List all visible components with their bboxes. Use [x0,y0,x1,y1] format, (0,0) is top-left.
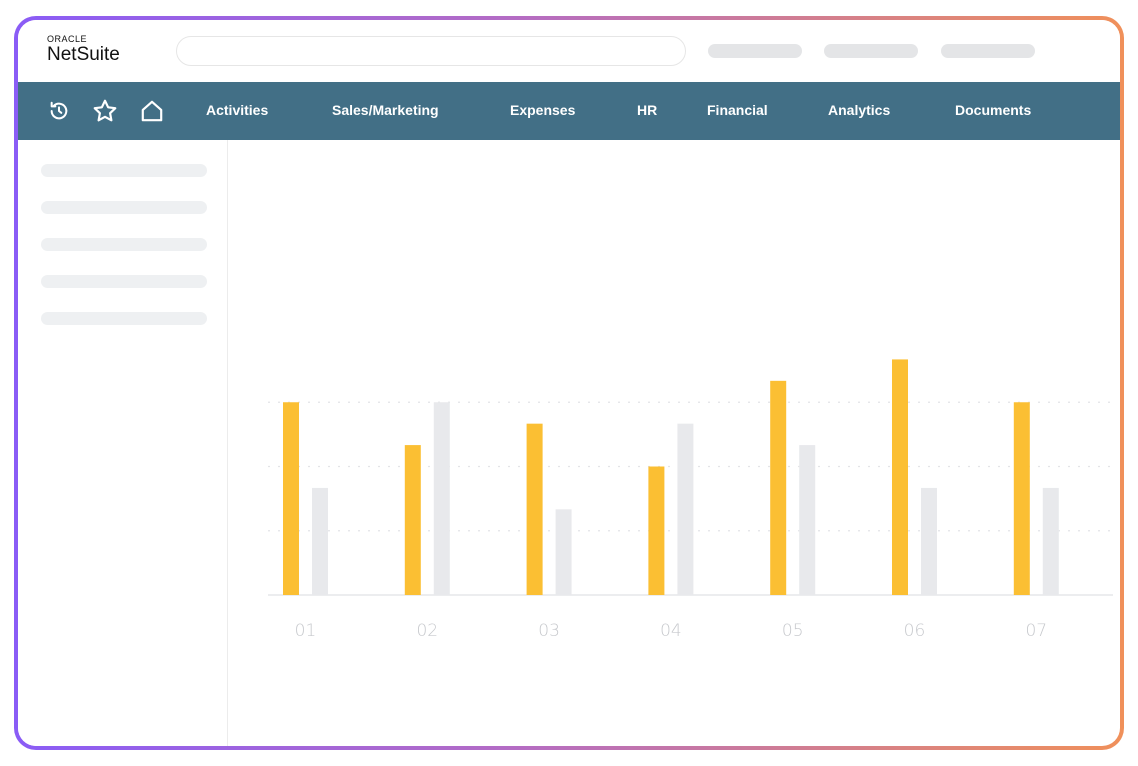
bar-primary-04[interactable] [648,466,665,596]
nav-sales-marketing[interactable]: Sales/Marketing [332,102,439,118]
bar-secondary-05[interactable] [799,445,816,595]
main-nav-bar: Activities Sales/Marketing Expenses HR F… [18,82,1120,140]
sidebar-item-placeholder-4[interactable] [41,275,207,288]
bar-secondary-06[interactable] [921,487,937,595]
app-window: ORACLE NetSuite Activities Sales/Marketi… [18,20,1120,746]
x-tick-label: 01 [295,621,317,641]
x-tick-label: 02 [416,621,438,641]
star-icon[interactable] [92,98,118,124]
header-link-placeholder-2[interactable] [824,44,918,58]
bar-chart: 01 02 03 04 05 06 07 [268,359,1113,641]
header-link-placeholder-3[interactable] [941,44,1035,58]
bar-secondary-07[interactable] [1042,487,1059,595]
sidebar-item-placeholder-3[interactable] [41,238,207,251]
x-tick-label: 05 [782,621,804,641]
nav-hr[interactable]: HR [637,102,657,118]
search-input[interactable] [176,36,686,66]
sidebar [18,140,228,746]
bar-primary-06[interactable] [892,359,908,595]
sidebar-item-placeholder-1[interactable] [41,164,207,177]
x-tick-label: 06 [904,621,926,641]
bar-secondary-03[interactable] [555,509,572,595]
bar-secondary-02[interactable] [433,402,450,595]
bar-secondary-04[interactable] [677,423,694,595]
sidebar-item-placeholder-2[interactable] [41,201,207,214]
nav-analytics[interactable]: Analytics [828,102,890,118]
logo-netsuite-text: NetSuite [47,44,120,65]
x-tick-label: 04 [660,621,682,641]
bar-primary-07[interactable] [1013,402,1030,595]
bar-primary-03[interactable] [526,423,543,595]
logo-oracle-text: ORACLE [47,34,88,44]
x-tick-label: 07 [1025,621,1047,641]
nav-financial[interactable]: Financial [707,102,768,118]
header-link-placeholder-1[interactable] [708,44,802,58]
history-icon[interactable] [46,98,72,124]
home-icon[interactable] [139,98,165,124]
top-bar: ORACLE NetSuite [18,20,1120,82]
netsuite-logo[interactable]: ORACLE NetSuite [47,34,120,66]
nav-documents[interactable]: Documents [955,102,1031,118]
bar-primary-02[interactable] [404,445,421,595]
sidebar-item-placeholder-5[interactable] [41,312,207,325]
nav-expenses[interactable]: Expenses [510,102,575,118]
nav-activities[interactable]: Activities [206,102,268,118]
bar-primary-05[interactable] [770,380,787,595]
bar-secondary-01[interactable] [312,487,328,595]
x-tick-label: 03 [538,621,560,641]
window-frame: ORACLE NetSuite Activities Sales/Marketi… [14,16,1124,750]
bar-primary-01[interactable] [283,402,299,595]
